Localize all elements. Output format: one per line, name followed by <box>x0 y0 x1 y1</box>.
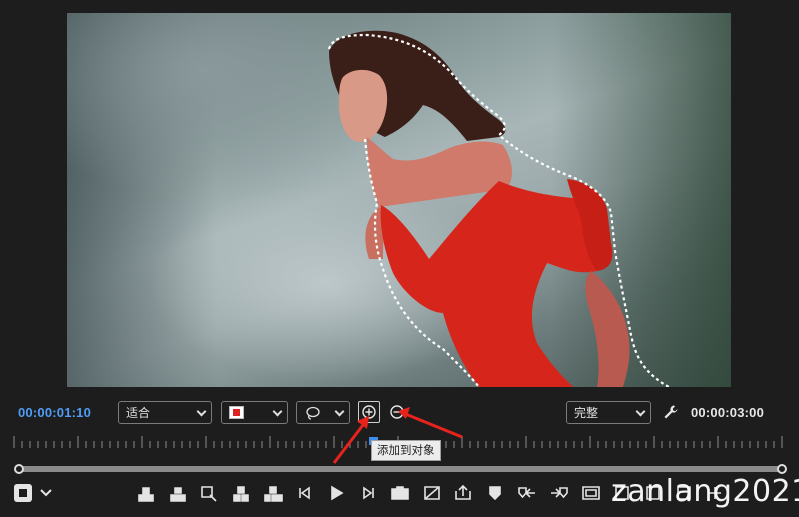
add-marker-icon[interactable] <box>489 486 501 501</box>
scroll-bar-track[interactable] <box>20 466 781 472</box>
zoom-level-dropdown[interactable]: 适合 <box>118 401 212 424</box>
lasso-tool-dropdown[interactable] <box>296 401 350 424</box>
play-icon[interactable] <box>331 485 344 501</box>
mark-in-icon[interactable] <box>138 487 154 502</box>
tooltip-add-to-object: 添加到对象 <box>371 440 441 461</box>
scroll-bar-right-handle[interactable] <box>777 464 787 474</box>
watermark-text: zanlang2021 <box>611 474 799 509</box>
chevron-down-icon <box>334 406 345 417</box>
playback-resolution-value: 完整 <box>574 406 599 420</box>
wrench-icon <box>664 405 678 419</box>
scroll-bar-left-handle[interactable] <box>14 464 24 474</box>
step-back-icon[interactable] <box>299 486 310 500</box>
current-timecode[interactable]: 00:00:01:10 <box>18 405 91 420</box>
go-to-prev-marker-icon[interactable] <box>518 487 535 499</box>
chevron-down-icon <box>196 406 207 417</box>
program-monitor-viewer[interactable] <box>67 13 731 387</box>
chevron-down-icon <box>635 406 646 417</box>
mask-color-swatch <box>229 406 244 419</box>
lift-icon[interactable] <box>233 486 249 502</box>
playback-resolution-dropdown[interactable]: 完整 <box>566 401 651 424</box>
go-to-in-icon[interactable] <box>201 486 217 502</box>
comparison-icon[interactable] <box>424 486 440 500</box>
step-forward-icon[interactable] <box>363 486 374 500</box>
subtract-from-object-button[interactable] <box>388 403 406 421</box>
mark-out-icon[interactable] <box>170 487 186 502</box>
zoom-level-value: 适合 <box>126 406 151 420</box>
duration-timecode: 00:00:03:00 <box>691 405 765 420</box>
safe-margins-icon[interactable] <box>582 486 600 500</box>
export-frame-icon[interactable] <box>455 484 471 500</box>
add-circle-icon <box>362 405 376 419</box>
subtract-circle-icon <box>390 405 404 419</box>
zoom-scroll-bar[interactable] <box>14 464 787 474</box>
go-to-next-marker-icon[interactable] <box>551 487 568 499</box>
mask-overlay-dropdown[interactable] <box>221 401 288 424</box>
masked-subject <box>327 30 670 387</box>
camera-icon[interactable] <box>391 486 409 500</box>
add-to-object-button[interactable] <box>358 401 380 423</box>
lasso-icon <box>306 406 320 420</box>
chevron-down-icon <box>272 406 283 417</box>
settings-wrench-button[interactable] <box>662 403 680 421</box>
annotation-arrow-subtract <box>402 411 463 439</box>
extract-icon[interactable] <box>264 486 283 502</box>
